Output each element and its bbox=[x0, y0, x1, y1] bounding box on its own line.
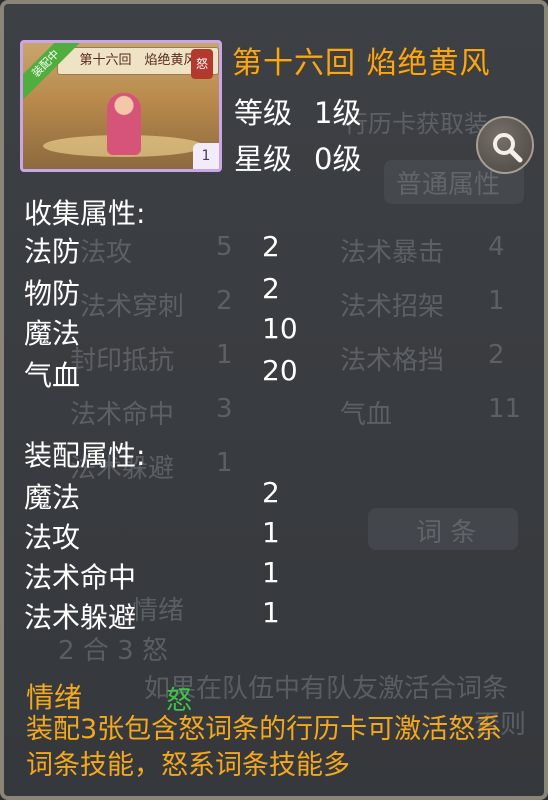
card-seal-icon: 怒 bbox=[191, 49, 213, 79]
attr-label: 法防 bbox=[24, 235, 81, 268]
attr-label: 气血 bbox=[24, 359, 81, 392]
level-line: 等级 1级 bbox=[234, 90, 361, 132]
collect-row: 魔法 10 bbox=[24, 312, 324, 352]
level-label: 等级 bbox=[234, 96, 293, 130]
bg-right-value-4: 11 bbox=[488, 394, 522, 424]
collect-row: 法防 2 bbox=[24, 230, 324, 270]
equip-row: 法攻 1 bbox=[24, 516, 324, 556]
attr-value: 1 bbox=[262, 516, 280, 549]
collect-heading: 收集属性: bbox=[24, 197, 146, 230]
attr-value: 1 bbox=[262, 596, 280, 629]
attr-value: 2 bbox=[262, 272, 280, 305]
bg-top-text: 行历卡获取装 bbox=[344, 110, 488, 138]
equip-row: 法术躲避 1 bbox=[24, 596, 324, 636]
bg-left-value-5: 1 bbox=[216, 448, 233, 478]
card-detail-panel: 行历卡获取装 普通属性 法攻 5 法术穿刺 2 封印抵抗 1 法术命中 3 法术… bbox=[0, 0, 548, 800]
equip-row: 法术命中 1 bbox=[24, 556, 324, 596]
bg-left-label-4: 法术命中 bbox=[70, 400, 175, 430]
star-line: 星级 0级 bbox=[234, 136, 361, 178]
bg-right-value-2: 1 bbox=[488, 286, 505, 316]
card-number: 1 bbox=[193, 143, 219, 169]
bg-right-label-1: 法术暴击 bbox=[340, 238, 445, 268]
bg-desc: 如果在队伍中有队友激活合词条 bbox=[144, 674, 509, 704]
attr-label: 物防 bbox=[24, 277, 81, 310]
bg-right-label-4: 气血 bbox=[340, 400, 393, 430]
star-value: 0级 bbox=[314, 142, 362, 176]
equip-row: 魔法 2 bbox=[24, 476, 324, 516]
attr-value: 2 bbox=[262, 230, 280, 263]
level-value: 1级 bbox=[314, 96, 362, 130]
attr-label: 法术命中 bbox=[24, 561, 137, 594]
card-thumbnail[interactable]: 第十六回 焰绝黄风 怒 装配中 1 bbox=[20, 40, 222, 172]
magnify-button[interactable] bbox=[476, 116, 534, 174]
bg-entry-button: 词 条 bbox=[416, 518, 477, 548]
attr-label: 魔法 bbox=[24, 317, 81, 350]
magnifier-icon bbox=[493, 133, 523, 163]
attr-label: 法攻 bbox=[24, 521, 81, 554]
mood-description: 装配3张包含怒词条的行历卡可激活怒系词条技能，怒系词条技能多 bbox=[26, 714, 503, 781]
mood-label: 情绪 bbox=[26, 681, 83, 714]
bg-right-label-3: 法术格挡 bbox=[340, 346, 445, 376]
card-title: 第十六回 焰绝黄风 bbox=[232, 46, 491, 81]
bg-right-label-2: 法术招架 bbox=[340, 292, 445, 322]
collect-row: 气血 20 bbox=[24, 354, 324, 394]
attr-label: 法术躲避 bbox=[24, 601, 137, 634]
card-character-art bbox=[107, 93, 141, 155]
collect-row: 物防 2 bbox=[24, 272, 324, 312]
attr-value: 2 bbox=[262, 476, 280, 509]
attr-value: 20 bbox=[262, 354, 298, 387]
attr-value: 10 bbox=[262, 312, 298, 345]
bg-left-value-4: 3 bbox=[216, 394, 233, 424]
attr-value: 1 bbox=[262, 556, 280, 589]
attr-label: 魔法 bbox=[24, 481, 81, 514]
bg-right-value-1: 4 bbox=[488, 232, 505, 262]
bg-right-value-3: 2 bbox=[488, 340, 505, 370]
equip-heading: 装配属性: bbox=[24, 439, 146, 472]
star-label: 星级 bbox=[234, 142, 293, 176]
bg-tab-normal-attrs: 普通属性 bbox=[396, 170, 501, 200]
